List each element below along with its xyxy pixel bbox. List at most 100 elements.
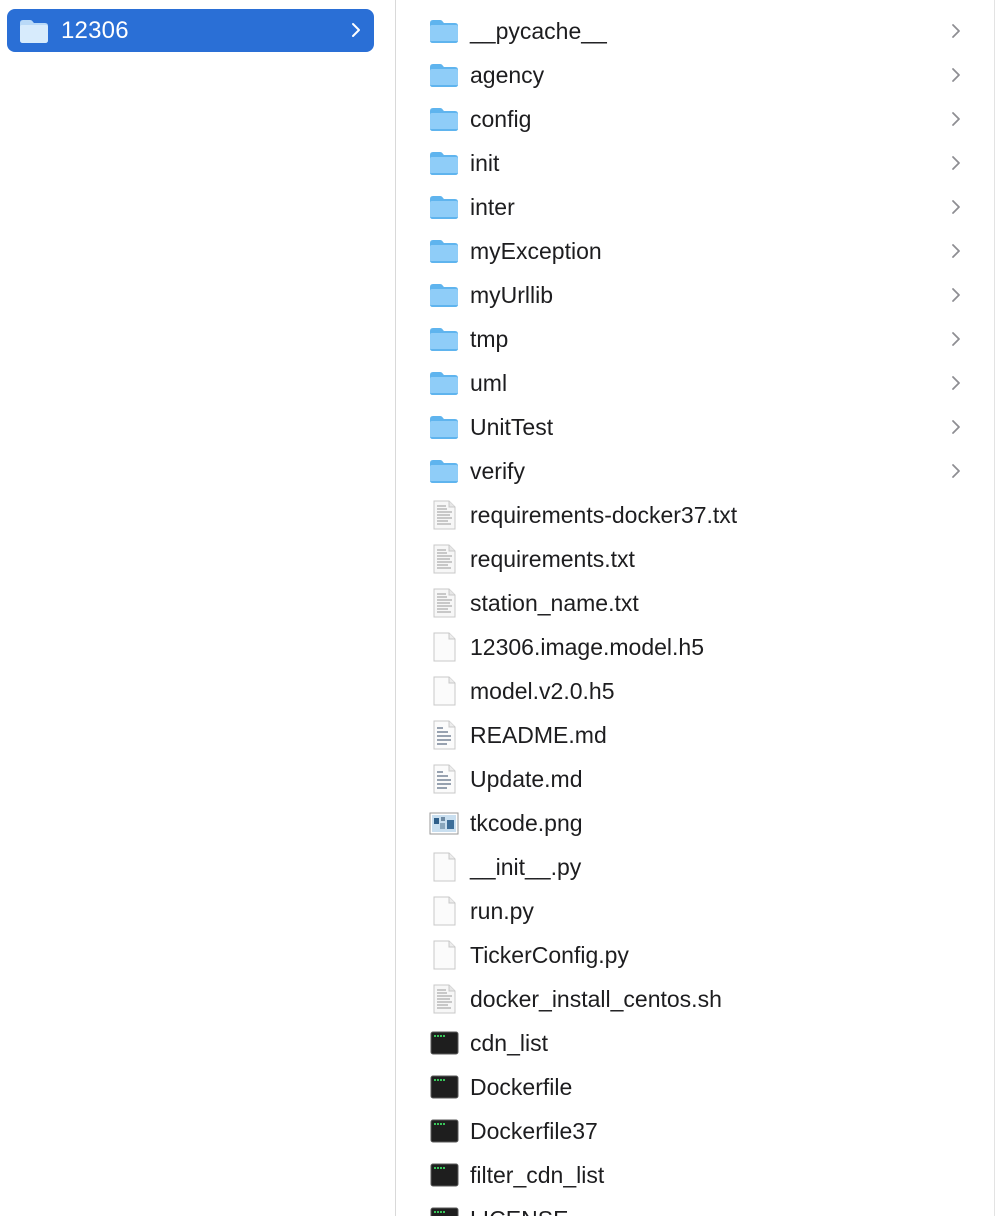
terminal-executable-icon: [428, 1203, 460, 1216]
terminal-executable-icon: [428, 1159, 460, 1191]
folder-row[interactable]: init: [396, 141, 994, 185]
item-name: filter_cdn_list: [470, 1162, 605, 1188]
text-document-icon: [428, 983, 460, 1015]
sidebar-column: 12306: [0, 0, 395, 1216]
item-name: Dockerfile37: [470, 1118, 598, 1144]
item-name: agency: [470, 62, 545, 88]
folder-icon: [428, 235, 460, 267]
item-name: requirements-docker37.txt: [470, 502, 738, 528]
item-name: verify: [470, 458, 525, 484]
file-row[interactable]: tkcode.png: [396, 801, 994, 845]
file-row[interactable]: docker_install_centos.sh: [396, 977, 994, 1021]
file-list-column: __pycache__agency config init inter myExcept…: [396, 0, 994, 1216]
blank-document-icon: [428, 939, 460, 971]
folder-row[interactable]: myUrllib: [396, 273, 994, 317]
chevron-right-icon: [950, 241, 962, 261]
terminal-executable-icon: [428, 1027, 460, 1059]
item-name: run.py: [470, 898, 534, 924]
item-name: cdn_list: [470, 1030, 548, 1056]
item-name: tmp: [470, 326, 509, 352]
image-file-icon: [428, 807, 460, 839]
chevron-right-icon: [950, 461, 962, 481]
file-row[interactable]: station_name.txt: [396, 581, 994, 625]
terminal-executable-icon: [428, 1115, 460, 1147]
blank-document-icon: [428, 851, 460, 883]
folder-row[interactable]: UnitTest: [396, 405, 994, 449]
item-name: inter: [470, 194, 515, 220]
chevron-right-icon: [950, 329, 962, 349]
file-row[interactable]: model.v2.0.h5: [396, 669, 994, 713]
folder-icon: [428, 411, 460, 443]
folder-row[interactable]: uml: [396, 361, 994, 405]
chevron-right-icon: [950, 65, 962, 85]
item-name: README.md: [470, 722, 607, 748]
blank-document-icon: [428, 895, 460, 927]
item-name: model.v2.0.h5: [470, 678, 615, 704]
file-row[interactable]: run.py: [396, 889, 994, 933]
chevron-right-icon: [950, 285, 962, 305]
chevron-right-icon: [950, 21, 962, 41]
file-row[interactable]: requirements-docker37.txt: [396, 493, 994, 537]
file-row[interactable]: 12306.image.model.h5: [396, 625, 994, 669]
item-name: TickerConfig.py: [470, 942, 629, 968]
markdown-document-icon: [428, 719, 460, 751]
item-name: 12306.image.model.h5: [470, 634, 704, 660]
item-name: docker_install_centos.sh: [470, 986, 722, 1012]
item-name: __init__.py: [470, 854, 582, 880]
file-row[interactable]: README.md: [396, 713, 994, 757]
file-row[interactable]: LICENSE: [396, 1197, 994, 1216]
folder-icon: [19, 18, 49, 44]
item-name: Update.md: [470, 766, 583, 792]
folder-row[interactable]: agency: [396, 53, 994, 97]
folder-icon: [428, 191, 460, 223]
chevron-right-icon: [350, 20, 362, 40]
chevron-right-icon: [950, 373, 962, 393]
folder-icon: [428, 15, 460, 47]
chevron-right-icon: [950, 109, 962, 129]
blank-document-icon: [428, 631, 460, 663]
item-name: UnitTest: [470, 414, 554, 440]
folder-icon: [428, 323, 460, 355]
selected-folder-label: 12306: [61, 16, 129, 44]
item-name: tkcode.png: [470, 810, 583, 836]
text-document-icon: [428, 587, 460, 619]
file-row[interactable]: Update.md: [396, 757, 994, 801]
file-row[interactable]: cdn_list: [396, 1021, 994, 1065]
folder-row[interactable]: myException: [396, 229, 994, 273]
terminal-executable-icon: [428, 1071, 460, 1103]
item-name: config: [470, 106, 532, 132]
folder-icon: [428, 59, 460, 91]
file-row[interactable]: TickerConfig.py: [396, 933, 994, 977]
item-name: __pycache__: [470, 18, 607, 44]
item-name: myUrllib: [470, 282, 554, 308]
item-name: LICENSE: [470, 1205, 568, 1216]
file-row[interactable]: requirements.txt: [396, 537, 994, 581]
folder-row[interactable]: tmp: [396, 317, 994, 361]
file-row[interactable]: Dockerfile37: [396, 1109, 994, 1153]
folder-row[interactable]: config: [396, 97, 994, 141]
item-name: uml: [470, 370, 508, 396]
folder-icon: [428, 103, 460, 135]
file-row[interactable]: filter_cdn_list: [396, 1153, 994, 1197]
folder-row[interactable]: verify: [396, 449, 994, 493]
text-document-icon: [428, 499, 460, 531]
folder-icon: [428, 147, 460, 179]
window-edge: [994, 0, 995, 1216]
chevron-right-icon: [950, 153, 962, 173]
chevron-right-icon: [950, 417, 962, 437]
item-name: init: [470, 150, 500, 176]
text-document-icon: [428, 543, 460, 575]
markdown-document-icon: [428, 763, 460, 795]
item-name: station_name.txt: [470, 590, 639, 616]
folder-icon: [428, 367, 460, 399]
chevron-right-icon: [950, 197, 962, 217]
folder-icon: [428, 455, 460, 487]
item-name: requirements.txt: [470, 546, 635, 572]
folder-row[interactable]: inter: [396, 185, 994, 229]
blank-document-icon: [428, 675, 460, 707]
folder-row-12306[interactable]: 12306: [7, 9, 374, 52]
item-name: Dockerfile: [470, 1074, 573, 1100]
folder-row[interactable]: __pycache__: [396, 9, 994, 53]
file-row[interactable]: __init__.py: [396, 845, 994, 889]
file-row[interactable]: Dockerfile: [396, 1065, 994, 1109]
